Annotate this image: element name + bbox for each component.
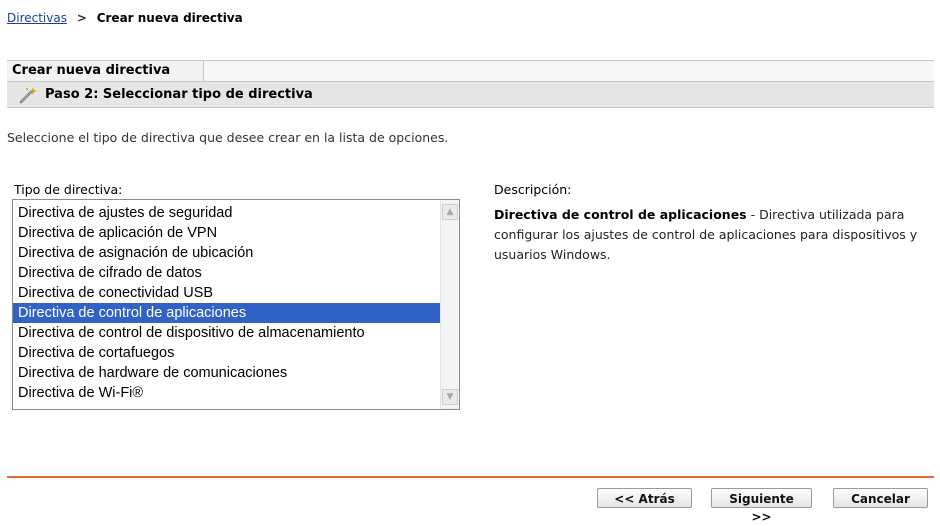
- chevron-up-icon: ▲: [446, 207, 454, 217]
- description-text: Directiva de control de aplicaciones - D…: [494, 205, 934, 265]
- breadcrumb-separator: >: [76, 11, 87, 25]
- policy-type-option[interactable]: Directiva de conectividad USB: [13, 283, 440, 303]
- step-title: Paso 2: Seleccionar tipo de directiva: [45, 87, 313, 102]
- policy-type-options: Directiva de ajustes de seguridad Directi…: [13, 203, 440, 403]
- chevron-down-icon: ▼: [446, 392, 454, 402]
- breadcrumb-link-directivas[interactable]: Directivas: [7, 11, 67, 25]
- breadcrumb: Directivas > Crear nueva directiva: [7, 11, 243, 25]
- scroll-up-button[interactable]: ▲: [442, 204, 458, 220]
- policy-type-option[interactable]: Directiva de aplicación de VPN: [13, 223, 440, 243]
- breadcrumb-current: Crear nueva directiva: [96, 11, 243, 25]
- instructions-text: Seleccione el tipo de directiva que dese…: [7, 130, 449, 145]
- description-label: Descripción:: [494, 182, 572, 197]
- wand-icon: [19, 87, 37, 104]
- policy-type-option[interactable]: Directiva de control de aplicaciones: [13, 303, 440, 323]
- policy-type-option[interactable]: Directiva de hardware de comunicaciones: [13, 363, 440, 383]
- policy-type-option[interactable]: Directiva de ajustes de seguridad: [13, 203, 440, 223]
- description-title: Directiva de control de aplicaciones: [494, 207, 747, 222]
- policy-type-option[interactable]: Directiva de control de dispositivo de a…: [13, 323, 440, 343]
- policy-type-option[interactable]: Directiva de cifrado de datos: [13, 263, 440, 283]
- policy-type-option[interactable]: Directiva de asignación de ubicación: [13, 243, 440, 263]
- wizard-tab-create-policy: Crear nueva directiva: [7, 61, 204, 81]
- wizard-step-header: Paso 2: Seleccionar tipo de directiva: [7, 81, 934, 108]
- policy-type-listbox[interactable]: Directiva de ajustes de seguridad Directi…: [12, 199, 460, 410]
- policy-type-option[interactable]: Directiva de cortafuegos: [13, 343, 440, 363]
- next-button[interactable]: Siguiente >>: [711, 488, 812, 524]
- back-button[interactable]: << Atrás: [597, 488, 692, 508]
- scroll-down-button[interactable]: ▼: [442, 389, 458, 405]
- policy-type-label: Tipo de directiva:: [14, 182, 123, 197]
- footer-divider: [7, 476, 934, 478]
- policy-type-option[interactable]: Directiva de Wi-Fi®: [13, 383, 440, 403]
- cancel-button[interactable]: Cancelar: [833, 488, 928, 508]
- wizard-tab-bar: Crear nueva directiva: [7, 60, 934, 81]
- listbox-scrollbar[interactable]: ▲ ▼: [440, 200, 459, 409]
